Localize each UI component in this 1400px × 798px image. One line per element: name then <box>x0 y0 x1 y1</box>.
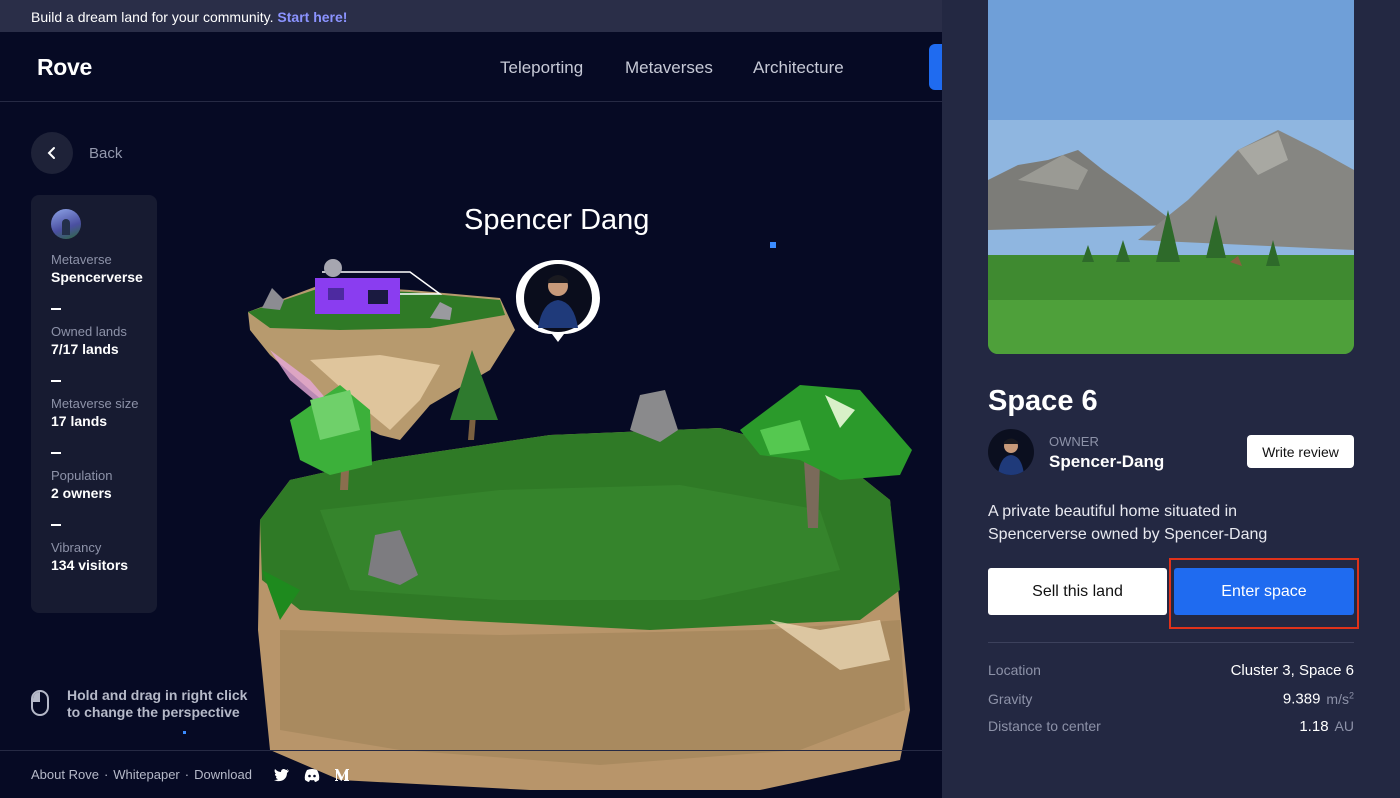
nav-teleporting[interactable]: Teleporting <box>500 58 583 78</box>
discord-icon[interactable] <box>304 768 320 782</box>
space-description: A private beautiful home situated in Spe… <box>988 503 1268 543</box>
population-label: Population <box>51 468 113 483</box>
metaverse-size-label: Metaverse size <box>51 396 139 411</box>
stat-divider <box>51 524 61 526</box>
stat-divider <box>51 308 61 310</box>
back-button[interactable] <box>31 132 73 174</box>
gravity-label: Gravity <box>988 690 1033 707</box>
distance-unit: AU <box>1334 718 1354 734</box>
metaverse-avatar <box>51 209 81 239</box>
owner-label: OWNER <box>1049 434 1099 449</box>
metaverse-stats-card: Metaverse Spencerverse Owned lands 7/17 … <box>31 195 157 613</box>
owner-avatar-image <box>998 438 1024 475</box>
start-here-link[interactable]: Start here! <box>277 9 347 25</box>
announcement-banner: Build a dream land for your community. S… <box>0 0 942 32</box>
footer-separator: · <box>184 767 190 782</box>
land-owner-name: Spencer Dang <box>464 204 650 236</box>
write-review-button[interactable]: Write review <box>1247 435 1354 468</box>
footer-separator: · <box>103 767 109 782</box>
owner-name[interactable]: Spencer-Dang <box>1049 452 1164 472</box>
gravity-unit-text: m/s <box>1326 690 1349 707</box>
footer: About Rove · Whitepaper · Download <box>31 767 350 782</box>
banner-text: Build a dream land for your community. <box>31 9 274 25</box>
owner-avatar-pin[interactable] <box>512 256 604 344</box>
back-label[interactable]: Back <box>89 145 122 162</box>
download-link[interactable]: Download <box>194 767 252 782</box>
vibrancy-value: 134 visitors <box>51 557 129 573</box>
distance-label: Distance to center <box>988 718 1101 734</box>
whitepaper-link[interactable]: Whitepaper <box>113 767 179 782</box>
space-title: Space 6 <box>988 385 1098 417</box>
location-value: Cluster 3, Space 6 <box>1230 662 1354 679</box>
stat-divider <box>51 380 61 382</box>
nav-architecture[interactable]: Architecture <box>753 58 844 78</box>
details-divider <box>988 642 1354 643</box>
chevron-left-icon <box>47 147 55 159</box>
hint-text: Hold and drag in right click to change t… <box>67 687 248 720</box>
about-link[interactable]: About Rove <box>31 767 99 782</box>
medium-icon[interactable] <box>334 768 350 782</box>
metaverse-size-value: 17 lands <box>51 413 108 429</box>
metaverse-value: Spencerverse <box>51 269 143 285</box>
marker-dot <box>770 242 776 248</box>
sell-land-button[interactable]: Sell this land <box>988 568 1167 615</box>
distance-row: Distance to center 1.18 AU <box>988 718 1354 736</box>
space-details-panel: Space 6 OWNER Spencer-Dang Write review … <box>942 0 1400 798</box>
marker-dot <box>183 731 186 734</box>
perspective-hint: Hold and drag in right click to change t… <box>31 687 257 721</box>
distance-value: 1.18 <box>1299 718 1329 735</box>
metaverse-label: Metaverse <box>51 252 112 267</box>
nav-cta-button[interactable] <box>929 44 942 90</box>
vibrancy-label: Vibrancy <box>51 540 102 555</box>
highlight-box <box>1169 558 1359 629</box>
space-preview-image <box>988 0 1354 354</box>
twitter-icon[interactable] <box>273 768 290 782</box>
location-row: Location Cluster 3, Space 6 <box>988 662 1354 679</box>
owner-avatar[interactable] <box>988 429 1034 475</box>
owned-lands-value: 7/17 lands <box>51 341 119 357</box>
footer-divider <box>0 750 942 751</box>
owned-lands-label: Owned lands <box>51 324 127 339</box>
gravity-row: Gravity 9.389 m/s2 <box>988 690 1354 709</box>
location-label: Location <box>988 662 1041 678</box>
population-value: 2 owners <box>51 485 112 501</box>
stat-divider <box>51 452 61 454</box>
mouse-icon <box>31 690 49 716</box>
gravity-unit: m/s2 <box>1326 690 1354 707</box>
gravity-value: 9.389 <box>1282 690 1321 708</box>
nav-metaverses[interactable]: Metaverses <box>625 58 713 78</box>
top-nav: Rove Teleporting Metaverses Architecture <box>0 32 942 102</box>
rove-logo[interactable]: Rove <box>37 54 92 81</box>
social-links <box>273 768 350 782</box>
